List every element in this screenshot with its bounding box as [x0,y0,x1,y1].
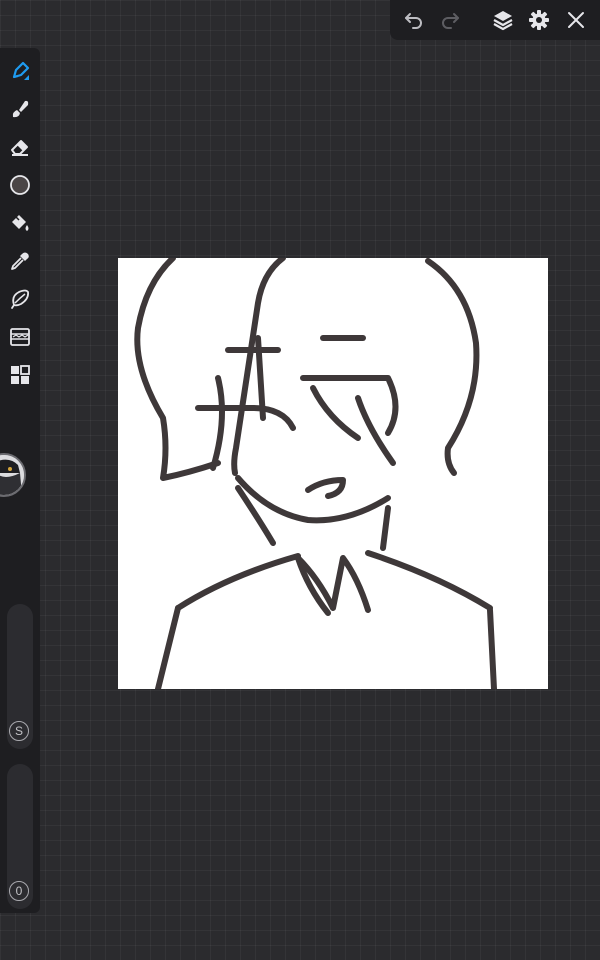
filter-icon [10,328,30,346]
avatar[interactable] [0,453,26,497]
settings-button[interactable] [524,5,554,35]
pen-icon [12,61,30,80]
eraser-tool-button[interactable] [5,132,35,162]
undo-icon [405,13,423,29]
fill-tool-button[interactable] [5,208,35,238]
pen-tool-button[interactable] [5,56,35,86]
eraser-icon [11,140,28,156]
sketch-artwork [134,258,497,689]
brush-icon [12,100,29,118]
close-button[interactable] [561,5,591,35]
drawing-canvas[interactable] [118,258,548,689]
gear-icon [529,10,550,30]
redo-icon [442,13,460,29]
eyedropper-tool-button[interactable] [5,246,35,276]
undo-button[interactable] [399,5,429,35]
tool-sidebar: S 0 [0,48,40,913]
eyedropper-icon [11,252,29,270]
grid-icon [11,365,30,384]
color-swatch-icon [10,175,30,195]
brush-size-label: S [9,721,29,741]
opacity-label: 0 [9,881,29,901]
layers-button[interactable] [488,5,518,35]
top-toolbar [390,0,600,40]
materials-tool-button[interactable] [5,360,35,390]
user-avatar-icon [0,455,24,495]
close-icon [567,12,584,28]
redo-button[interactable] [435,5,465,35]
paint-bucket-icon [12,215,29,231]
layers-icon [493,11,513,31]
lasso-tool-button[interactable] [5,284,35,314]
lasso-icon [11,289,30,309]
filter-tool-button[interactable] [5,322,35,352]
brush-tool-button[interactable] [5,94,35,124]
color-picker-button[interactable] [5,170,35,200]
